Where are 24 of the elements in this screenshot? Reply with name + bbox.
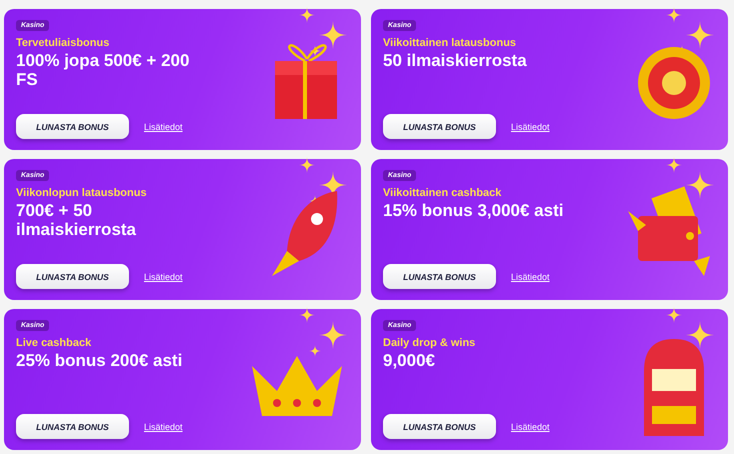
more-info-link[interactable]: Lisätiedot	[144, 272, 183, 282]
bonus-title: 15% bonus 3,000€ asti	[383, 201, 564, 220]
claim-bonus-button[interactable]: LUNASTA BONUS	[16, 264, 129, 289]
bonus-subtitle: Viikoittainen cashback	[383, 187, 502, 199]
claim-bonus-button[interactable]: LUNASTA BONUS	[16, 114, 129, 139]
more-info-link[interactable]: Lisätiedot	[144, 122, 183, 132]
more-info-link[interactable]: Lisätiedot	[511, 272, 550, 282]
bonus-title: 25% bonus 200€ asti	[16, 351, 184, 370]
bonus-subtitle: Viikoittainen latausbonus	[383, 37, 518, 49]
bonus-title: 50 ilmaiskierrosta	[383, 51, 528, 70]
more-info-link[interactable]: Lisätiedot	[144, 422, 183, 432]
bonus-title: 9,000€	[383, 351, 436, 370]
bonus-subtitle: Viikonlopun latausbonus	[16, 187, 148, 199]
bonus-subtitle: Tervetuliaisbonus	[16, 37, 110, 49]
claim-bonus-button[interactable]: LUNASTA BONUS	[16, 414, 129, 439]
bonus-subtitle: Live cashback	[16, 337, 92, 349]
claim-bonus-button[interactable]: LUNASTA BONUS	[383, 414, 496, 439]
claim-bonus-button[interactable]: LUNASTA BONUS	[383, 264, 496, 289]
more-info-link[interactable]: Lisätiedot	[511, 422, 550, 432]
bonus-title: 700€ + 50 ilmaiskierrosta	[16, 201, 138, 239]
bonus-subtitle: Daily drop & wins	[383, 337, 476, 349]
more-info-link[interactable]: Lisätiedot	[511, 122, 550, 132]
bonus-title: 100% jopa 500€ + 200 FS	[16, 51, 190, 89]
claim-bonus-button[interactable]: LUNASTA BONUS	[383, 114, 496, 139]
